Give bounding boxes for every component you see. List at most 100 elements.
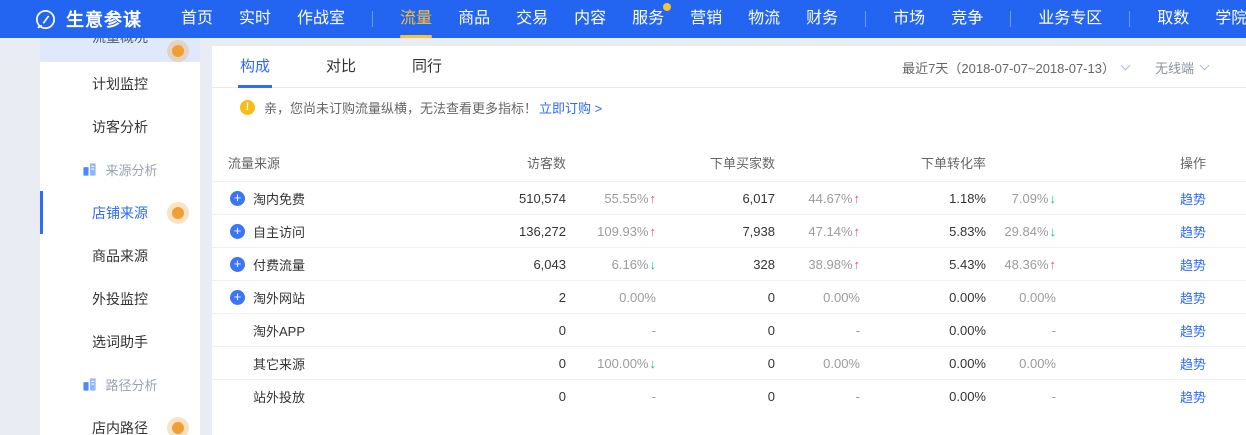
visitors-value: 0 bbox=[456, 323, 566, 338]
channel-select[interactable]: 无线端 bbox=[1155, 58, 1208, 77]
sidebar-item-visitor-analysis[interactable]: 访客分析 bbox=[40, 105, 200, 148]
header-buyers: 下单买家数 bbox=[690, 153, 775, 172]
visitors-change: - bbox=[566, 323, 656, 338]
sidebar-item-in-shop-path[interactable]: 店内路径 bbox=[40, 406, 200, 435]
trend-link[interactable]: 趋势 bbox=[1056, 288, 1206, 307]
subscription-notice: ! 亲，您尚未订购流量纵横，无法查看更多指标！ 立即订购 > bbox=[212, 88, 1246, 117]
source-cell: + 淘外网站 bbox=[228, 288, 456, 307]
up-arrow-icon: ↑ bbox=[854, 224, 861, 239]
table-body: +淘内免费510,57455.55%↑6,01744.67%↑1.18%7.09… bbox=[212, 181, 1246, 412]
sidebar-item-item-source[interactable]: 商品来源 bbox=[40, 234, 200, 277]
source-name: 其它来源 bbox=[253, 354, 305, 373]
sidebar-item-label: 访客分析 bbox=[92, 117, 148, 137]
chevron-down-icon bbox=[1121, 61, 1131, 71]
expand-plus-icon[interactable]: + bbox=[230, 224, 245, 239]
nav-item-trade[interactable]: 交易 bbox=[516, 0, 548, 38]
trend-link[interactable]: 趋势 bbox=[1056, 387, 1206, 406]
nav-item-goods[interactable]: 商品 bbox=[458, 0, 490, 38]
table-row: +付费流量6,0436.16%↓32838.98%↑5.43%48.36%↑趋势 bbox=[212, 247, 1246, 280]
app-logo[interactable]: 生意参谋 bbox=[34, 6, 142, 32]
sidebar-item-traffic-overview[interactable]: 流量概况 bbox=[40, 38, 200, 62]
table-header-row: 流量来源 访客数 下单买家数 下单转化率 操作 bbox=[212, 143, 1246, 181]
sidebar-item-label: 选词助手 bbox=[92, 332, 148, 352]
sidebar-item-keyword-helper[interactable]: 选词助手 bbox=[40, 320, 200, 363]
conversion-value: 1.18% bbox=[886, 191, 986, 206]
conversion-value: 5.43% bbox=[886, 257, 986, 272]
buyers-value: 0 bbox=[690, 323, 775, 338]
trend-link[interactable]: 趋势 bbox=[1056, 321, 1206, 340]
conversion-change: - bbox=[986, 389, 1056, 404]
tab-peers[interactable]: 同行 bbox=[412, 46, 442, 88]
sidebar-section-label: 路径分析 bbox=[105, 375, 157, 394]
tab-compare[interactable]: 对比 bbox=[326, 46, 356, 88]
tab-composition[interactable]: 构成 bbox=[240, 46, 270, 88]
up-arrow-icon: ↑ bbox=[650, 191, 657, 206]
sidebar-item-label: 店铺来源 bbox=[92, 203, 148, 223]
expand-plus-icon[interactable]: + bbox=[230, 191, 245, 206]
nav-item-war-room[interactable]: 作战室 bbox=[297, 0, 345, 38]
visitors-change: 100.00%↓ bbox=[566, 356, 656, 371]
up-arrow-icon: ↑ bbox=[650, 224, 657, 239]
nav-item-content[interactable]: 内容 bbox=[574, 0, 606, 38]
visitors-value: 510,574 bbox=[456, 191, 566, 206]
sidebar-item-label: 店内路径 bbox=[92, 418, 148, 435]
nav-item-compete[interactable]: 竞争 bbox=[951, 0, 983, 38]
source-cell: 其它来源 bbox=[228, 354, 456, 373]
nav-item-marketing[interactable]: 营销 bbox=[690, 0, 722, 38]
sidebar-item-shop-source[interactable]: 店铺来源 bbox=[40, 191, 200, 234]
nav-item-biz-zone[interactable]: 业务专区 bbox=[1038, 0, 1102, 38]
nav-divider bbox=[372, 11, 373, 27]
visitors-change: 0.00% bbox=[566, 290, 656, 305]
buyers-value: 0 bbox=[690, 389, 775, 404]
channel-label: 无线端 bbox=[1155, 58, 1194, 77]
visitors-change: - bbox=[566, 389, 656, 404]
buyers-value: 0 bbox=[690, 356, 775, 371]
source-name: 自主访问 bbox=[253, 222, 305, 241]
buyers-value: 0 bbox=[690, 290, 775, 305]
table-row: 淘外APP0-0-0.00%-趋势 bbox=[212, 313, 1246, 346]
source-name: 淘外网站 bbox=[253, 288, 305, 307]
nav-item-academy[interactable]: 学院 bbox=[1215, 0, 1246, 38]
nav-item-market[interactable]: 市场 bbox=[893, 0, 925, 38]
expand-plus-icon[interactable]: + bbox=[230, 257, 245, 272]
table-row: 站外投放0-0-0.00%-趋势 bbox=[212, 379, 1246, 412]
up-arrow-icon: ↑ bbox=[854, 191, 861, 206]
notice-text: 亲，您尚未订购流量纵横，无法查看更多指标！ bbox=[264, 98, 537, 117]
orange-status-dot bbox=[172, 45, 184, 57]
subscribe-now-link[interactable]: 立即订购 > bbox=[539, 98, 602, 117]
nav-item-service[interactable]: 服务 bbox=[632, 0, 664, 38]
nav-divider bbox=[865, 11, 866, 27]
trend-link[interactable]: 趋势 bbox=[1056, 222, 1206, 241]
nav-item-finance[interactable]: 财务 bbox=[806, 0, 838, 38]
buyers-change: - bbox=[775, 389, 860, 404]
nav-item-traffic[interactable]: 流量 bbox=[400, 0, 432, 38]
conversion-change: - bbox=[986, 323, 1056, 338]
nav-divider bbox=[1010, 11, 1011, 27]
conversion-value: 0.00% bbox=[886, 356, 986, 371]
sidebar-item-source-analysis: 来源分析 bbox=[40, 148, 200, 191]
nav-item-realtime[interactable]: 实时 bbox=[239, 0, 271, 38]
conversion-change: 7.09%↓ bbox=[986, 191, 1056, 206]
conversion-change: 0.00% bbox=[986, 290, 1056, 305]
visitors-value: 136,272 bbox=[456, 224, 566, 239]
sidebar-item-external-monitor[interactable]: 外投监控 bbox=[40, 277, 200, 320]
table-row: +淘内免费510,57455.55%↑6,01744.67%↑1.18%7.09… bbox=[212, 181, 1246, 214]
buyers-value: 7,938 bbox=[690, 224, 775, 239]
visitors-value: 6,043 bbox=[456, 257, 566, 272]
up-arrow-icon: ↑ bbox=[854, 257, 861, 272]
header-action: 操作 bbox=[1056, 153, 1206, 172]
sidebar-item-label: 外投监控 bbox=[92, 289, 148, 309]
buyers-change: 47.14%↑ bbox=[775, 224, 860, 239]
sidebar-section-label: 来源分析 bbox=[105, 160, 157, 179]
date-range-picker[interactable]: 最近7天（2018-07-07~2018-07-13） bbox=[902, 58, 1129, 77]
conversion-value: 5.83% bbox=[886, 224, 986, 239]
nav-item-data-fetch[interactable]: 取数 bbox=[1157, 0, 1189, 38]
tab-bar: 构成 对比 同行 最近7天（2018-07-07~2018-07-13） 无线端 bbox=[212, 46, 1246, 88]
trend-link[interactable]: 趋势 bbox=[1056, 255, 1206, 274]
nav-item-home[interactable]: 首页 bbox=[181, 0, 213, 38]
trend-link[interactable]: 趋势 bbox=[1056, 354, 1206, 373]
trend-link[interactable]: 趋势 bbox=[1056, 189, 1206, 208]
expand-plus-icon[interactable]: + bbox=[230, 290, 245, 305]
sidebar-item-plan-monitor[interactable]: 计划监控 bbox=[40, 62, 200, 105]
nav-item-logistics[interactable]: 物流 bbox=[748, 0, 780, 38]
